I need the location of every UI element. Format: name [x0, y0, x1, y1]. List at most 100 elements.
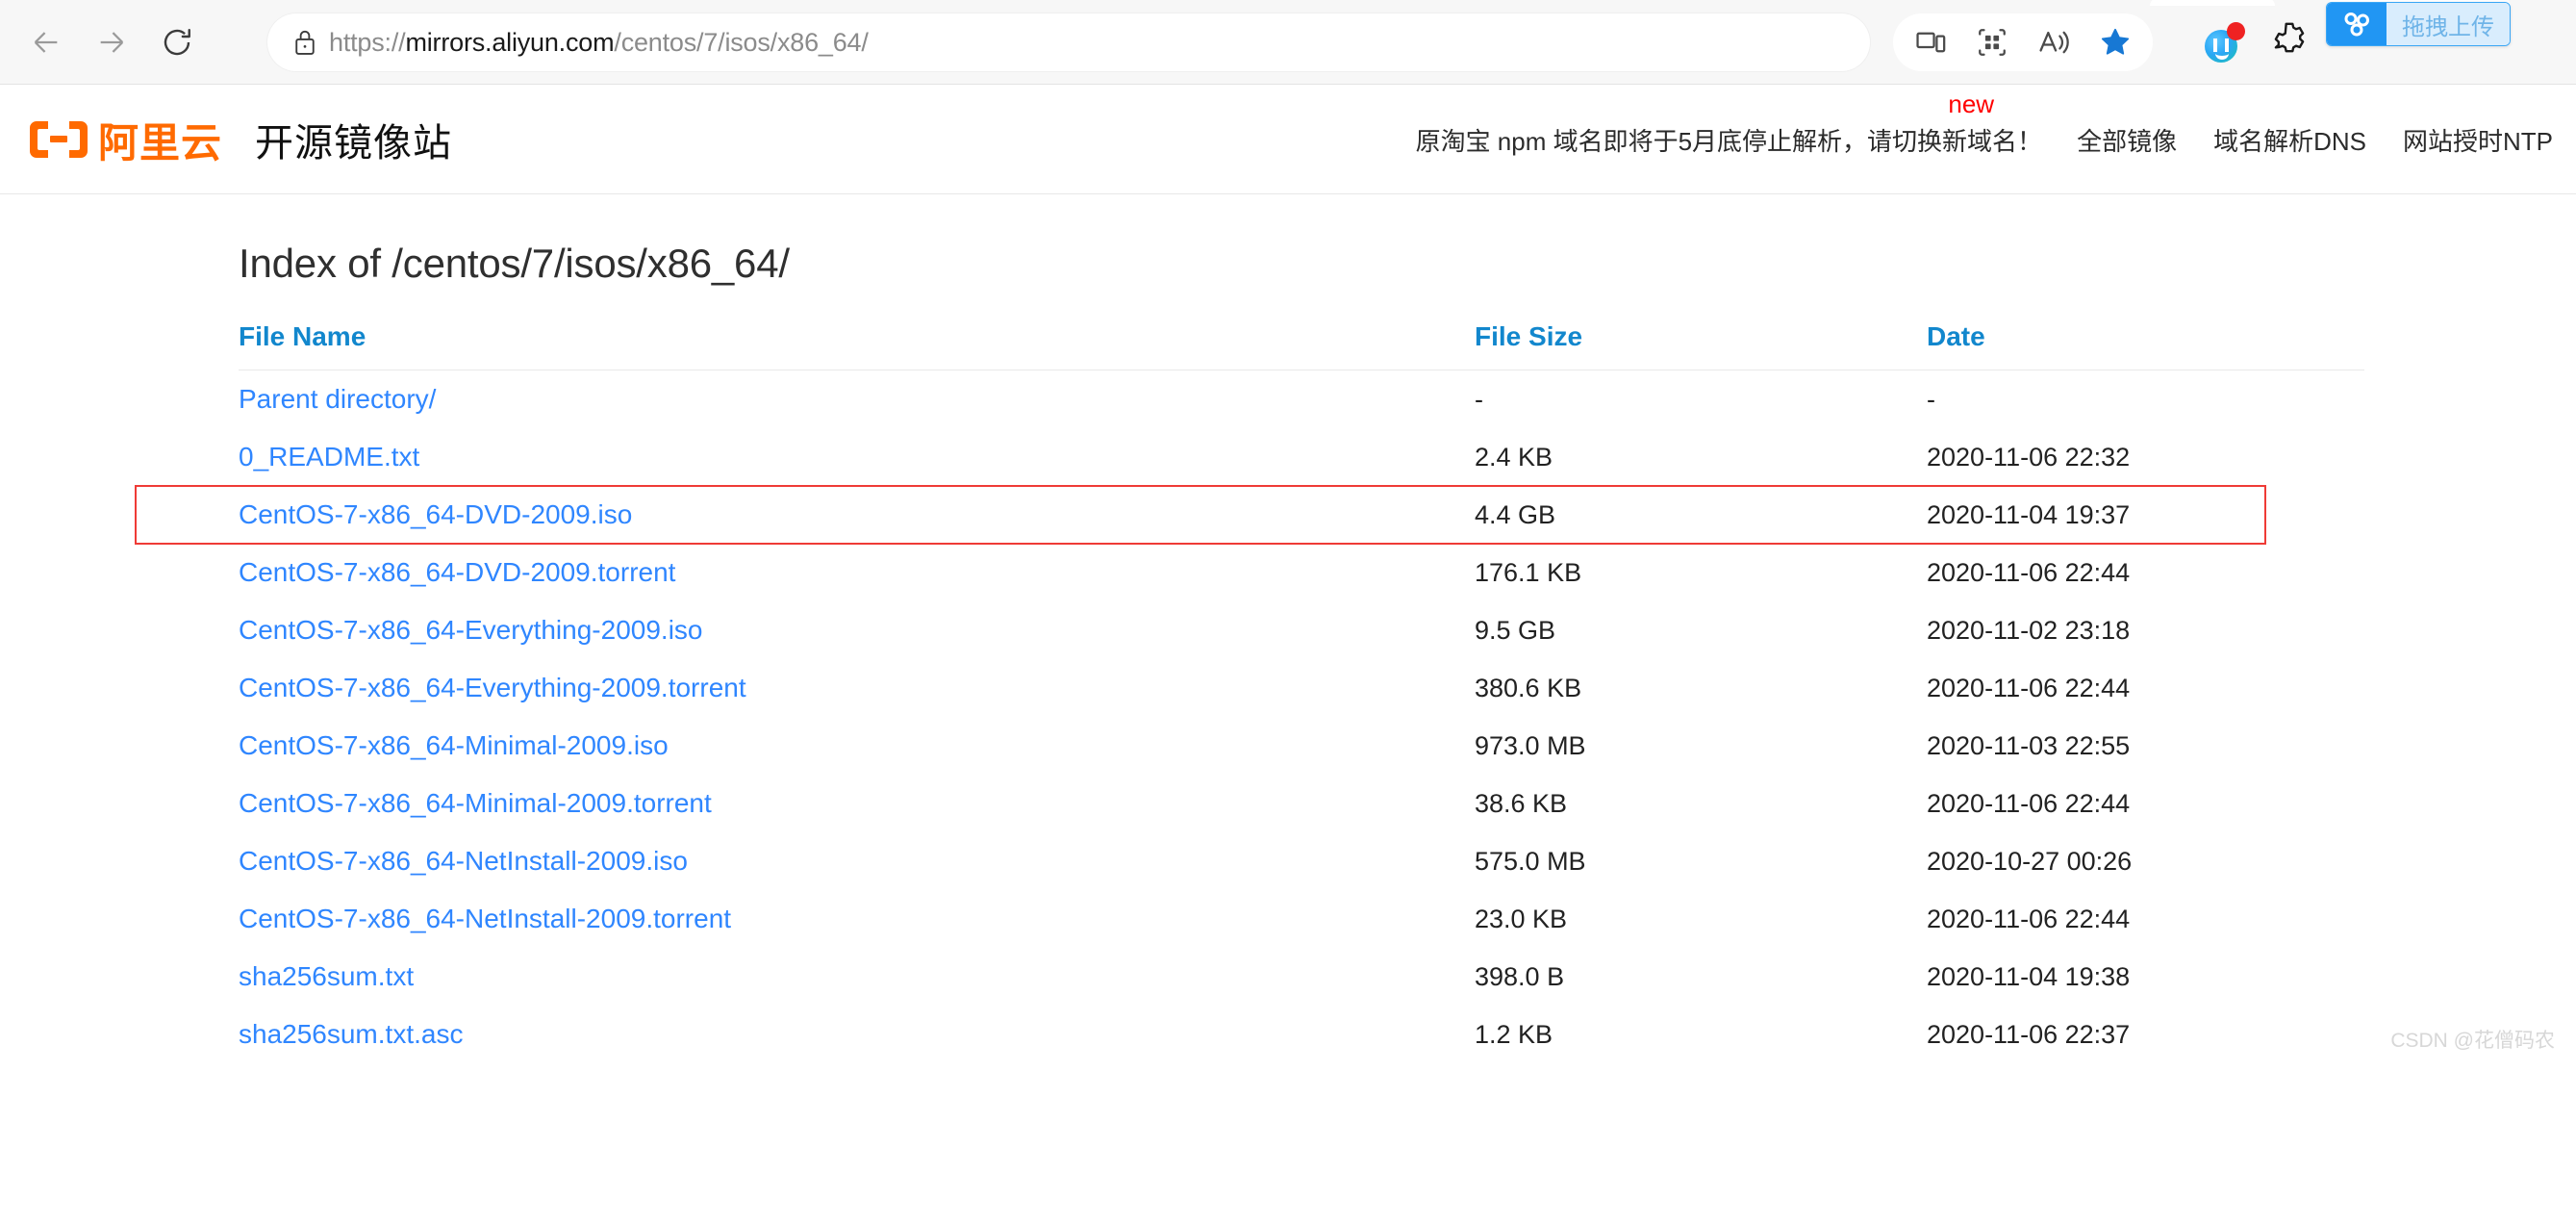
table-header-row: File Name File Size Date — [239, 321, 2364, 370]
cell-file-name: CentOS-7-x86_64-NetInstall-2009.iso — [239, 832, 1475, 890]
nav-link-dns[interactable]: 域名解析DNS — [2213, 122, 2366, 158]
cell-file-name: CentOS-7-x86_64-Everything-2009.iso — [239, 601, 1475, 659]
cell-file-size: 380.6 KB — [1475, 674, 1582, 702]
nav-link-ntp[interactable]: 网站授时NTP — [2403, 122, 2553, 158]
cell-file-name: CentOS-7-x86_64-DVD-2009.torrent — [239, 544, 1475, 601]
cell-file-name: CentOS-7-x86_64-Minimal-2009.torrent — [239, 775, 1475, 832]
cast-device-icon[interactable] — [1903, 17, 1958, 67]
cell-file-size: 4.4 GB — [1475, 500, 1556, 529]
page-body: Index of /centos/7/isos/x86_64/ File Nam… — [0, 194, 2576, 1063]
browser-toolbar: https://mirrors.aliyun.com/centos/7/isos… — [0, 0, 2576, 85]
header-notice[interactable]: new 原淘宝 npm 域名即将于5月底停止解析，请切换新域名！ — [1416, 89, 2043, 158]
favorites-star-icon[interactable] — [2087, 17, 2143, 67]
cell-file-name: CentOS-7-x86_64-Minimal-2009.iso — [239, 717, 1475, 775]
cell-file-name: CentOS-7-x86_64-Everything-2009.torrent — [239, 659, 1475, 717]
file-link[interactable]: CentOS-7-x86_64-Minimal-2009.torrent — [239, 788, 712, 818]
drag-upload-label: 拖拽上传 — [2387, 3, 2510, 45]
file-link[interactable]: CentOS-7-x86_64-DVD-2009.iso — [239, 499, 632, 529]
table-row: CentOS-7-x86_64-Everything-2009.iso 9.5 G… — [239, 601, 2364, 659]
watermark: CSDN @花僧码农 — [2390, 1030, 2555, 1052]
file-link[interactable]: CentOS-7-x86_64-DVD-2009.torrent — [239, 557, 675, 587]
cell-file-name: CentOS-7-x86_64-NetInstall-2009.torrent — [239, 890, 1475, 948]
gear-extension-icon[interactable] — [2268, 19, 2311, 66]
file-link[interactable]: Parent directory/ — [239, 384, 436, 414]
table-row: CentOS-7-x86_64-DVD-2009.torrent 176.1 KB… — [239, 544, 2364, 601]
column-header-file-name[interactable]: File Name — [239, 321, 1475, 370]
cell-date: 2020-10-27 00:26 — [1927, 847, 2133, 876]
table-row: CentOS-7-x86_64-Everything-2009.torrent 3… — [239, 659, 2364, 717]
url-host: mirrors.aliyun.com — [405, 27, 615, 57]
baidu-cloud-icon — [2327, 3, 2387, 45]
file-link[interactable]: CentOS-7-x86_64-Everything-2009.iso — [239, 615, 702, 645]
site-header: 阿里云 开源镜像站 new 原淘宝 npm 域名即将于5月底停止解析，请切换新域… — [0, 85, 2576, 194]
table-row: Parent directory/ - - — [239, 370, 2364, 429]
cell-date: 2020-11-06 22:37 — [1927, 1020, 2131, 1049]
file-link[interactable]: sha256sum.txt — [239, 961, 414, 991]
file-link[interactable]: CentOS-7-x86_64-Everything-2009.torrent — [239, 673, 746, 702]
table-row: CentOS-7-x86_64-DVD-2009.iso 4.4 GB 2020-1… — [239, 486, 2364, 544]
read-aloud-icon[interactable] — [2026, 17, 2082, 67]
aliyun-logo[interactable]: 阿里云 — [29, 111, 222, 169]
new-badge: new — [1948, 89, 1995, 118]
file-link[interactable]: CentOS-7-x86_64-NetInstall-2009.torrent — [239, 904, 731, 933]
cell-file-size: 2.4 KB — [1475, 443, 1553, 472]
cell-date: 2020-11-06 22:44 — [1927, 789, 2131, 818]
cell-file-size: 23.0 KB — [1475, 905, 1568, 933]
header-nav: 全部镜像 域名解析DNS 网站授时NTP — [2077, 122, 2553, 158]
cell-date: 2020-11-06 22:32 — [1927, 443, 2131, 472]
aliyun-mark-icon — [30, 121, 88, 158]
table-row: CentOS-7-x86_64-Minimal-2009.iso 973.0 MB… — [239, 717, 2364, 775]
url-path: /centos/7/isos/x86_64/ — [614, 27, 869, 57]
cell-file-size: 973.0 MB — [1475, 731, 1586, 760]
cell-date: 2020-11-04 19:37 — [1927, 500, 2131, 529]
table-body: Parent directory/ - - 0_README.txt 2.4 KB 202… — [239, 370, 2364, 1064]
file-link[interactable]: CentOS-7-x86_64-Minimal-2009.iso — [239, 730, 669, 760]
site-name: 开源镜像站 — [255, 122, 453, 165]
cell-file-name: CentOS-7-x86_64-DVD-2009.iso — [239, 486, 1475, 544]
url-scheme: https:// — [329, 27, 406, 57]
aliyun-logo-text: 阿里云 — [98, 119, 223, 166]
nav-link-all-mirrors[interactable]: 全部镜像 — [2077, 122, 2177, 158]
file-link[interactable]: 0_README.txt — [239, 442, 419, 472]
drag-upload-widget[interactable]: 拖拽上传 — [2326, 2, 2511, 46]
back-button[interactable] — [13, 10, 79, 75]
arrow-right-icon — [100, 32, 124, 53]
cell-file-name: sha256sum.txt — [239, 948, 1475, 1006]
table-row: sha256sum.txt.asc 1.2 KB 2020-11-06 22:37 — [239, 1006, 2364, 1063]
table-row: CentOS-7-x86_64-NetInstall-2009.iso 575.0… — [239, 832, 2364, 890]
cell-file-size: 398.0 B — [1475, 962, 1565, 991]
column-header-file-size[interactable]: File Size — [1475, 321, 1927, 370]
browser-extension-icons — [2203, 13, 2311, 71]
tab-sliver-left — [2150, 0, 2275, 6]
index-container: Index of /centos/7/isos/x86_64/ File Nam… — [239, 194, 2364, 1063]
padlock-glyph — [295, 30, 315, 55]
lock-icon — [289, 28, 321, 57]
file-link[interactable]: sha256sum.txt.asc — [239, 1019, 463, 1049]
cell-file-name: Parent directory/ — [239, 370, 1475, 429]
table-row: 0_README.txt 2.4 KB 2020-11-06 22:32 — [239, 428, 2364, 486]
cell-file-size: 575.0 MB — [1475, 847, 1586, 876]
table-row: sha256sum.txt 398.0 B 2020-11-04 19:38 — [239, 948, 2364, 1006]
cell-file-size: 9.5 GB — [1475, 616, 1556, 645]
cell-date: 2020-11-06 22:44 — [1927, 905, 2131, 933]
cell-date: 2020-11-06 22:44 — [1927, 674, 2131, 702]
cell-file-name: 0_README.txt — [239, 428, 1475, 486]
cell-file-size: 38.6 KB — [1475, 789, 1568, 818]
cell-file-size: - — [1475, 385, 1483, 414]
file-link[interactable]: CentOS-7-x86_64-NetInstall-2009.iso — [239, 846, 688, 876]
table-row: CentOS-7-x86_64-NetInstall-2009.torrent 2… — [239, 890, 2364, 948]
cell-file-name: sha256sum.txt.asc — [239, 1006, 1475, 1063]
refresh-button[interactable] — [144, 10, 210, 75]
address-bar[interactable]: https://mirrors.aliyun.com/centos/7/isos… — [267, 13, 1870, 71]
column-header-date[interactable]: Date — [1927, 321, 2364, 370]
cell-date: - — [1927, 385, 1935, 414]
app-grid-icon[interactable] — [1964, 17, 2020, 67]
baidu-netdisk-icon[interactable] — [2203, 22, 2245, 63]
cell-date: 2020-11-02 23:18 — [1927, 616, 2131, 645]
table-row: CentOS-7-x86_64-Minimal-2009.torrent 38.6… — [239, 775, 2364, 832]
cell-date: 2020-11-06 22:44 — [1927, 558, 2131, 587]
forward-button[interactable] — [79, 10, 144, 75]
cell-date: 2020-11-04 19:38 — [1927, 962, 2131, 991]
brand-area: 阿里云 开源镜像站 — [29, 85, 452, 194]
cell-file-size: 1.2 KB — [1475, 1020, 1553, 1049]
